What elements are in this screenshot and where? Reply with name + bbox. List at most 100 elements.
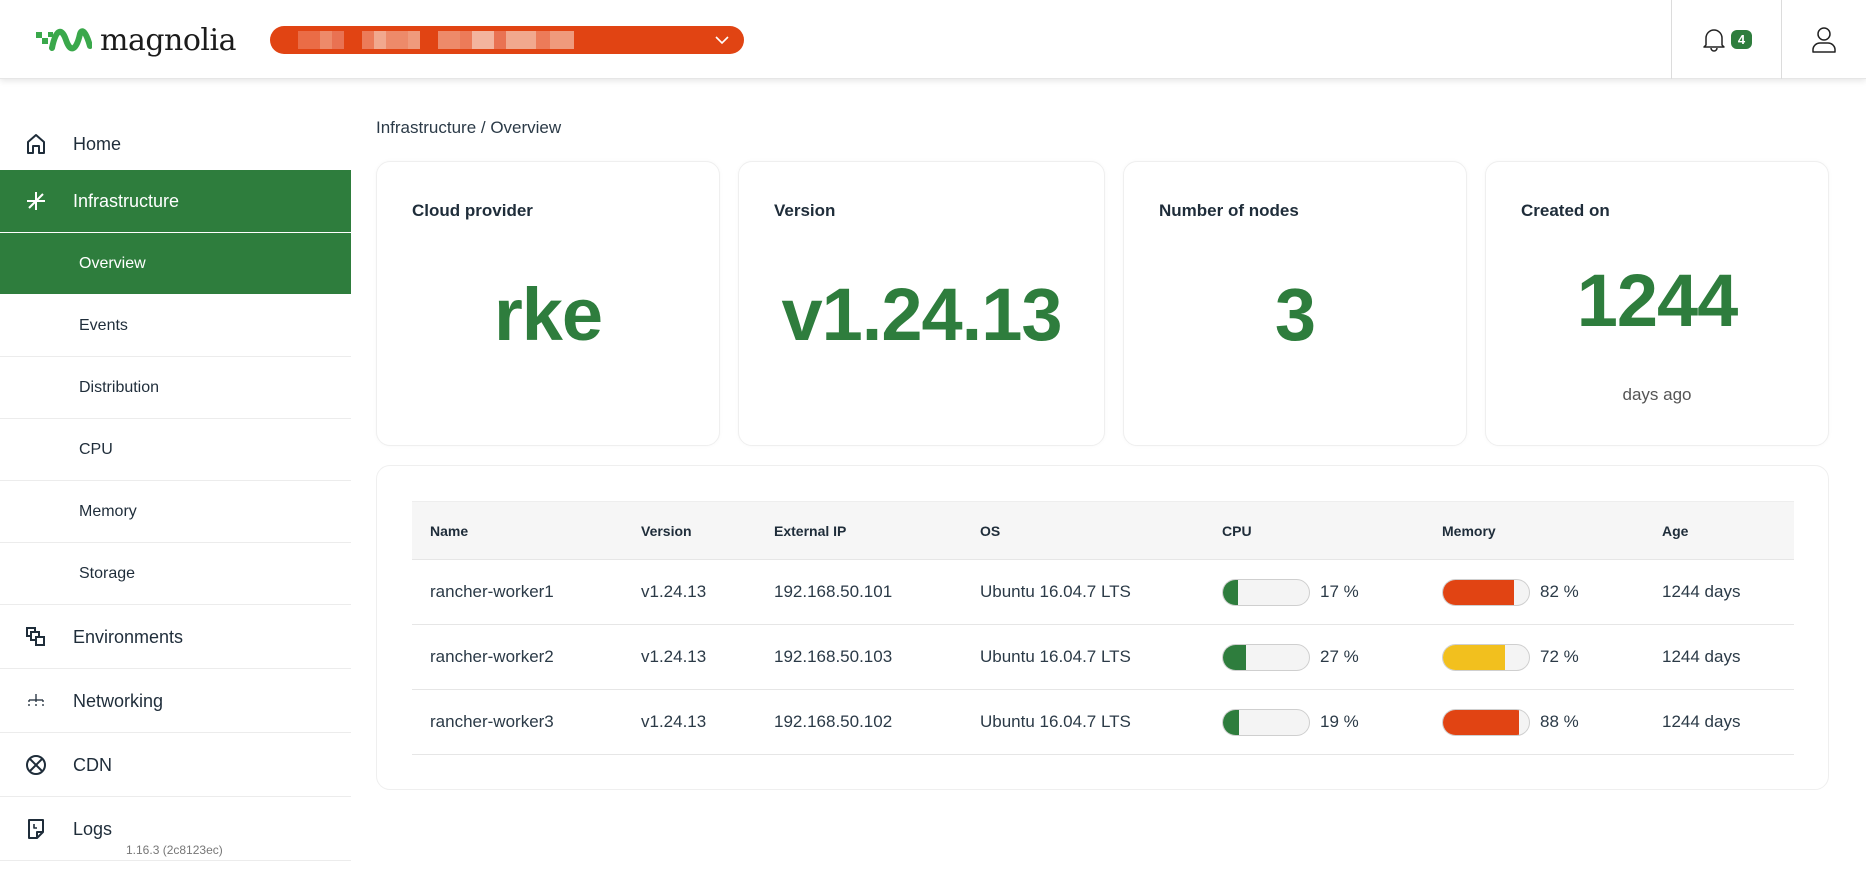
sidebar-item-label: Overview — [79, 254, 146, 272]
node-cpu: 19 % — [1222, 690, 1359, 754]
card-title: Created on — [1521, 201, 1610, 220]
sidebar-item-label: Memory — [79, 502, 137, 520]
sidebar-item-label: Events — [79, 316, 128, 334]
magnolia-logo-icon — [36, 28, 92, 52]
column-header-age[interactable]: Age — [1662, 502, 1688, 559]
node-name[interactable]: rancher-worker2 — [430, 625, 554, 689]
sidebar-item-label: CPU — [79, 440, 113, 458]
sidebar-item-home[interactable]: Home — [0, 113, 351, 176]
stat-card-version: Version v1.24.13 — [738, 161, 1105, 446]
logs-icon — [24, 817, 48, 841]
nodes-table: Name Version External IP OS CPU Memory A… — [412, 501, 1794, 755]
node-age: 1244 days — [1662, 712, 1741, 731]
sidebar-subitem-distribution[interactable]: Distribution — [0, 357, 351, 419]
node-external-ip: 192.168.50.101 — [774, 582, 893, 601]
card-value: 3 — [1274, 273, 1316, 356]
node-external-ip: 192.168.50.103 — [774, 647, 893, 666]
sidebar-subitem-overview[interactable]: Overview — [0, 233, 351, 295]
sidebar-subitem-memory[interactable]: Memory — [0, 481, 351, 543]
app-version: 1.16.3 (2c8123ec) — [126, 843, 223, 857]
column-header-cpu[interactable]: CPU — [1222, 502, 1252, 559]
card-value: v1.24.13 — [781, 273, 1062, 356]
nodes-table-panel: Name Version External IP OS CPU Memory A… — [376, 465, 1829, 790]
memory-usage-bar — [1442, 578, 1530, 606]
environments-icon — [24, 625, 48, 649]
memory-usage-percent: 72 % — [1540, 647, 1579, 666]
cpu-usage-bar — [1222, 643, 1310, 671]
table-row[interactable]: rancher-worker2 v1.24.13 192.168.50.103 Ubu… — [412, 625, 1794, 690]
sidebar-item-label: Logs — [73, 818, 113, 839]
cpu-usage-bar — [1222, 708, 1310, 736]
logo-text: magnolia — [100, 22, 237, 58]
column-header-os[interactable]: OS — [980, 502, 1000, 559]
sidebar-subitem-cpu[interactable]: CPU — [0, 419, 351, 481]
sidebar-item-label: Infrastructure — [73, 190, 180, 211]
stat-card-created-on: Created on 1244 days ago — [1485, 161, 1829, 446]
table-body: rancher-worker1 v1.24.13 192.168.50.101 Ubu… — [412, 560, 1794, 755]
sidebar-item-label: Networking — [73, 690, 164, 711]
node-memory: 72 % — [1442, 625, 1579, 689]
sidebar-item-infrastructure[interactable]: Infrastructure — [0, 170, 351, 233]
sidebar-item-label: Home — [73, 133, 122, 154]
card-title: Cloud provider — [412, 201, 533, 220]
chevron-down-icon — [715, 36, 729, 45]
cpu-usage-fill — [1223, 579, 1238, 605]
node-age: 1244 days — [1662, 647, 1741, 666]
memory-usage-fill — [1443, 644, 1505, 670]
table-header: Name Version External IP OS CPU Memory A… — [412, 501, 1794, 560]
environment-selector[interactable] — [270, 26, 744, 54]
memory-usage-percent: 88 % — [1540, 712, 1579, 731]
breadcrumb: Infrastructure / Overview — [376, 118, 562, 137]
memory-usage-fill — [1443, 579, 1514, 605]
bell-icon — [1703, 28, 1725, 52]
top-header: magnolia 4 — [0, 0, 1866, 79]
node-cpu: 27 % — [1222, 625, 1359, 689]
column-header-name[interactable]: Name — [430, 502, 468, 559]
sidebar-subitem-storage[interactable]: Storage — [0, 543, 351, 605]
memory-usage-bar — [1442, 708, 1530, 736]
sidebar-item-networking[interactable]: Networking — [0, 670, 351, 733]
node-external-ip: 192.168.50.102 — [774, 712, 893, 731]
memory-usage-fill — [1443, 709, 1519, 735]
card-value: rke — [493, 273, 603, 356]
cpu-usage-fill — [1223, 644, 1247, 670]
globe-icon — [24, 753, 48, 777]
table-row[interactable]: rancher-worker3 v1.24.13 192.168.50.102 Ubu… — [412, 690, 1794, 755]
column-header-version[interactable]: Version — [641, 502, 692, 559]
sidebar-subitem-events[interactable]: Events — [0, 295, 351, 357]
column-header-external-ip[interactable]: External IP — [774, 502, 846, 559]
sidebar-item-label: Storage — [79, 564, 136, 582]
sidebar-item-label: CDN — [73, 754, 112, 775]
node-version: v1.24.13 — [641, 647, 707, 666]
cpu-usage-bar — [1222, 578, 1310, 606]
node-version: v1.24.13 — [641, 712, 707, 731]
cpu-usage-percent: 19 % — [1320, 712, 1359, 731]
node-os: Ubuntu 16.04.7 LTS — [980, 712, 1131, 731]
column-header-memory[interactable]: Memory — [1442, 502, 1496, 559]
sidebar-item-label: Distribution — [79, 378, 160, 396]
user-icon — [1812, 26, 1836, 53]
stat-card-cloud-provider: Cloud provider rke — [376, 161, 720, 446]
notification-count-badge: 4 — [1730, 30, 1753, 49]
card-title: Number of nodes — [1159, 201, 1299, 220]
memory-usage-percent: 82 % — [1540, 582, 1579, 601]
node-name[interactable]: rancher-worker1 — [430, 560, 554, 624]
node-name[interactable]: rancher-worker3 — [430, 690, 554, 754]
table-row[interactable]: rancher-worker1 v1.24.13 192.168.50.101 Ubu… — [412, 560, 1794, 625]
network-icon — [24, 689, 48, 713]
node-cpu: 17 % — [1222, 560, 1359, 624]
node-version: v1.24.13 — [641, 582, 707, 601]
asterisk-icon — [24, 189, 48, 213]
memory-usage-bar — [1442, 643, 1530, 671]
magnolia-logo[interactable]: magnolia — [36, 22, 237, 58]
notifications-button[interactable]: 4 — [1671, 0, 1781, 79]
sidebar-item-environments[interactable]: Environments — [0, 606, 351, 669]
card-subtitle: days ago — [1622, 385, 1692, 404]
user-menu-button[interactable] — [1781, 0, 1866, 79]
sidebar-item-cdn[interactable]: CDN — [0, 734, 351, 797]
node-memory: 82 % — [1442, 560, 1579, 624]
node-os: Ubuntu 16.04.7 LTS — [980, 647, 1131, 666]
cpu-usage-percent: 17 % — [1320, 582, 1359, 601]
sidebar: Home Infrastructure Overview Events Dist… — [0, 79, 351, 878]
home-icon — [24, 132, 48, 156]
